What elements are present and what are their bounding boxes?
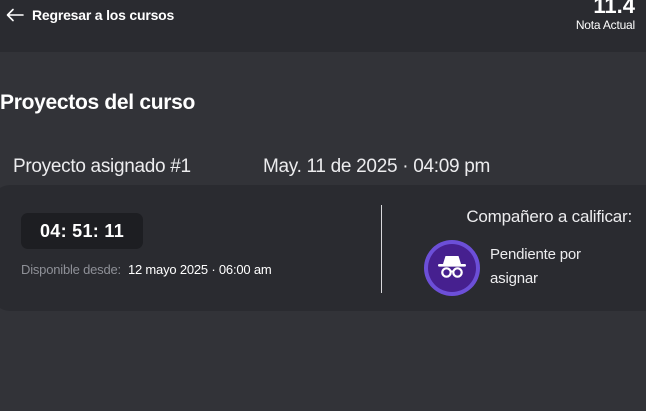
- vertical-divider: [381, 205, 382, 293]
- back-to-courses-link[interactable]: Regresar a los cursos: [6, 3, 174, 27]
- project-name: Proyecto asignado #1: [13, 156, 191, 177]
- incognito-icon: [437, 253, 467, 284]
- back-link-label: Regresar a los cursos: [32, 7, 175, 23]
- grade-value: 11.4: [593, 0, 635, 18]
- countdown-timer: 04: 51: 11: [21, 213, 143, 249]
- peer-status: Pendiente por asignar: [490, 246, 581, 287]
- current-grade: 11.4 Nota Actual: [576, 0, 635, 32]
- availability-info: Disponible desde: 12 mayo 2025 · 06:00 a…: [21, 262, 272, 277]
- page-title: Proyectos del curso: [0, 91, 196, 114]
- project-date: May. 11 de 2025 · 04:09 pm: [263, 156, 491, 177]
- top-bar: Regresar a los cursos 11.4 Nota Actual: [0, 0, 646, 52]
- avatar: [424, 240, 480, 296]
- available-from-value: 12 mayo 2025 · 06:00 am: [127, 262, 272, 277]
- peer-reviewer-title: Compañero a calificar:: [466, 207, 632, 226]
- grade-label: Nota Actual: [575, 18, 635, 32]
- available-from-label: Disponible desde:: [21, 262, 121, 277]
- arrow-left-icon: [6, 8, 24, 22]
